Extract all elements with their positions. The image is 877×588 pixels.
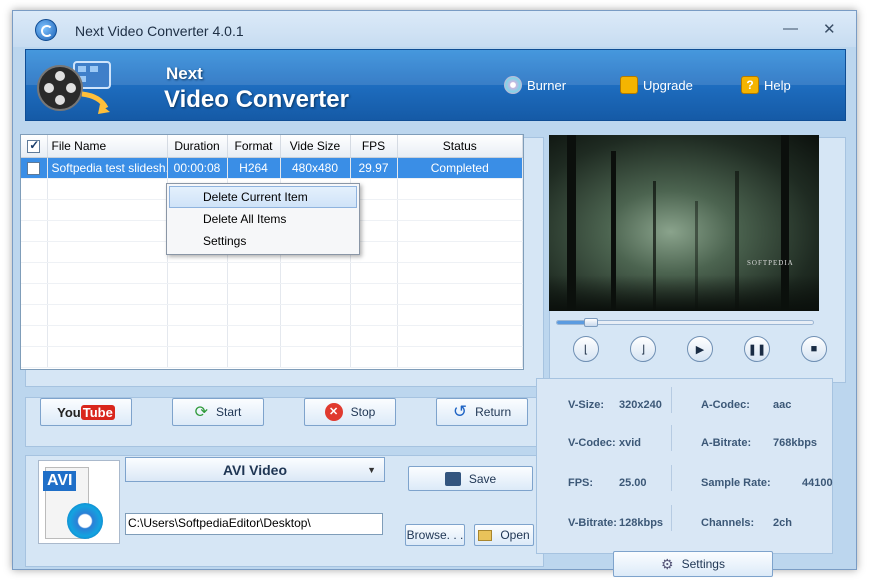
help-icon: ? xyxy=(741,76,759,94)
info-key: V-Size: xyxy=(568,399,605,411)
play-disc-icon xyxy=(67,503,103,539)
slider-handle[interactable] xyxy=(583,318,598,327)
info-key: A-Bitrate: xyxy=(701,437,752,449)
stop-playback-button[interactable]: ■ xyxy=(801,336,827,362)
format-select-value: AVI Video xyxy=(222,461,288,478)
file-list-header: File Name Duration Format Vide Size FPS … xyxy=(21,135,523,158)
select-all-checkbox[interactable] xyxy=(21,135,48,158)
info-key: FPS: xyxy=(568,477,594,489)
burner-label: Burner xyxy=(527,77,567,93)
column-header-file-name[interactable]: File Name xyxy=(47,135,168,158)
info-value: 44100 xyxy=(802,477,833,489)
column-header-status[interactable]: Status xyxy=(397,135,523,158)
return-arrow-icon: ↺ xyxy=(452,402,468,421)
mark-out-icon: ⌋ xyxy=(640,343,646,356)
row-format: H264 xyxy=(227,157,281,179)
refresh-icon: ⟳ xyxy=(194,404,209,421)
minimize-button[interactable]: — xyxy=(783,20,798,37)
format-select[interactable]: AVI Video ▼ xyxy=(125,457,385,482)
info-key: Sample Rate: xyxy=(701,477,771,489)
upgrade-icon xyxy=(620,76,638,94)
media-info-panel: V-Size: 320x240 V-Codec: xvid FPS: 25.00… xyxy=(536,378,833,577)
settings-button[interactable]: ⚙ Settings xyxy=(613,551,773,577)
video-watermark: SOFTPEDIA xyxy=(747,259,794,267)
return-button[interactable]: ↺ Return xyxy=(436,398,528,426)
disc-icon xyxy=(504,76,522,94)
mark-in-button[interactable]: ⌊ xyxy=(573,336,599,362)
info-value: 320x240 xyxy=(619,399,662,411)
column-header-format[interactable]: Format xyxy=(227,135,281,158)
play-icon: ▶ xyxy=(695,343,705,356)
help-label: Help xyxy=(764,77,791,93)
pause-button[interactable]: ❚❚ xyxy=(744,336,770,362)
pause-icon: ❚❚ xyxy=(747,343,767,356)
brand-line-2: Video Converter xyxy=(164,86,349,113)
avi-badge: AVI xyxy=(43,471,77,491)
row-file-name: Softpedia test slidesh... xyxy=(47,157,168,179)
row-status: Completed xyxy=(397,157,523,179)
return-label: Return xyxy=(475,405,512,419)
format-file-icon: AVI xyxy=(38,460,120,544)
burner-link[interactable]: Burner xyxy=(504,76,566,94)
floppy-disk-icon xyxy=(444,471,461,486)
info-value: aac xyxy=(773,399,792,411)
brand-line-1: Next xyxy=(166,64,203,83)
info-key: Channels: xyxy=(701,517,755,529)
mark-in-icon: ⌊ xyxy=(583,343,589,356)
stop-label: Stop xyxy=(350,405,376,419)
column-header-video-size[interactable]: Vide Size xyxy=(280,135,351,158)
info-value: 768kbps xyxy=(773,437,818,449)
row-size: 480x480 xyxy=(280,157,351,179)
save-label: Save xyxy=(468,471,497,486)
menu-item-delete-current[interactable]: Delete Current Item xyxy=(169,186,357,208)
info-key: V-Bitrate: xyxy=(568,517,617,529)
info-value: 2ch xyxy=(773,517,792,529)
upgrade-label: Upgrade xyxy=(643,77,693,93)
column-header-duration[interactable]: Duration xyxy=(167,135,228,158)
context-menu: Delete Current Item Delete All Items Set… xyxy=(166,183,360,255)
menu-item-delete-all[interactable]: Delete All Items xyxy=(169,208,357,230)
info-value: 128kbps xyxy=(619,517,664,529)
info-key: V-Codec: xyxy=(568,437,616,449)
column-header-fps[interactable]: FPS xyxy=(350,135,398,158)
chevron-down-icon: ▼ xyxy=(367,464,376,475)
save-button[interactable]: Save xyxy=(408,466,533,491)
upgrade-link[interactable]: Upgrade xyxy=(620,76,693,94)
open-label: Open xyxy=(500,528,530,542)
open-button[interactable]: Open xyxy=(474,524,534,546)
play-button[interactable]: ▶ xyxy=(687,336,713,362)
help-link[interactable]: ? Help xyxy=(741,76,791,94)
settings-label: Settings xyxy=(681,557,725,571)
app-logo-icon xyxy=(35,19,57,41)
close-button[interactable]: ✕ xyxy=(823,20,836,38)
header-banner: Next Video Converter Burner Upgrade ? He… xyxy=(25,49,846,121)
row-duration: 00:00:08 xyxy=(167,157,228,179)
youtube-button[interactable]: You Tube xyxy=(40,398,132,426)
start-label: Start xyxy=(216,405,242,419)
info-value: xvid xyxy=(619,437,642,449)
table-row[interactable]: Softpedia test slidesh... 00:00:08 H264 … xyxy=(21,157,523,179)
browse-button[interactable]: Browse. . . xyxy=(405,524,465,546)
row-fps: 29.97 xyxy=(350,157,398,179)
row-checkbox[interactable] xyxy=(21,157,48,179)
video-preview: SOFTPEDIA xyxy=(549,135,819,311)
film-reel-logo-icon xyxy=(37,61,111,114)
output-path-field[interactable]: C:\Users\SoftpediaEditor\Desktop\ xyxy=(125,513,383,535)
info-key: A-Codec: xyxy=(701,399,750,411)
gear-icon: ⚙ xyxy=(661,555,674,572)
stop-icon: ✕ xyxy=(324,403,343,421)
window-title: Next Video Converter 4.0.1 xyxy=(75,23,244,39)
title-bar: Next Video Converter 4.0.1 — ✕ xyxy=(13,11,856,47)
youtube-logo-icon: You Tube xyxy=(57,404,115,420)
menu-item-settings[interactable]: Settings xyxy=(169,230,357,252)
playback-slider[interactable] xyxy=(556,318,814,327)
stop-button[interactable]: ✕ Stop xyxy=(304,398,396,426)
folder-icon xyxy=(478,529,493,541)
start-button[interactable]: ⟳ Start xyxy=(172,398,264,426)
info-value: 25.00 xyxy=(619,477,647,489)
mark-out-button[interactable]: ⌋ xyxy=(630,336,656,362)
stop-square-icon: ■ xyxy=(810,343,818,355)
